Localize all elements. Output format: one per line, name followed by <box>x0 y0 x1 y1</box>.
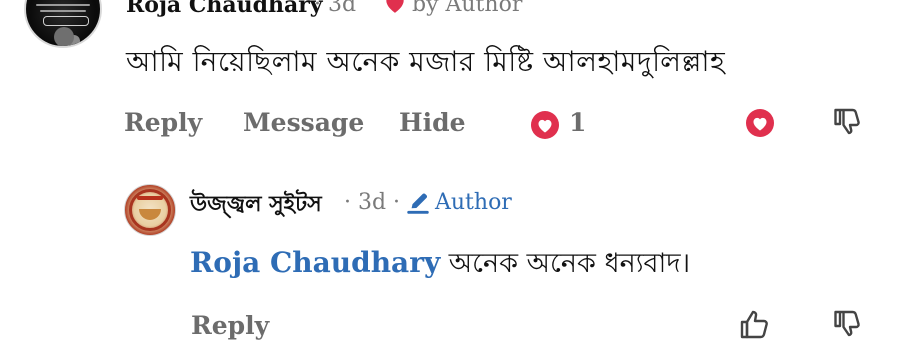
reply-time: · 3d · <box>344 190 401 215</box>
message-button[interactable]: Message <box>243 108 364 137</box>
reply-text: অনেক অনেক ধন্যবাদ। <box>440 248 691 279</box>
loved-by-author-label: by Author <box>412 0 523 17</box>
dislike-icon[interactable] <box>832 104 866 138</box>
comment-author[interactable]: Roja Chaudhary <box>126 0 323 18</box>
comment-text: আমি নিয়েছিলাম অনেক মজার মিষ্টি আলহামদুল… <box>126 45 726 78</box>
heart-icon <box>386 0 404 13</box>
reply-avatar[interactable] <box>124 184 176 236</box>
reply-button[interactable]: Reply <box>124 108 202 137</box>
author-badge: Author <box>435 190 512 215</box>
pencil-icon <box>407 193 429 214</box>
love-reaction-icon[interactable] <box>528 110 562 140</box>
like-icon[interactable] <box>738 306 774 342</box>
mention-link[interactable]: Roja Chaudhary <box>190 246 440 279</box>
avatar[interactable] <box>24 0 102 48</box>
reply-button-2[interactable]: Reply <box>191 311 269 340</box>
reply-author[interactable]: উজ্জ্বল সুইটস <box>190 187 322 224</box>
reply-text-line: Roja Chaudhary অনেক অনেক ধন্যবাদ। <box>190 243 690 288</box>
love-react-button-icon[interactable] <box>742 108 778 138</box>
comment-time: · 3d <box>314 0 357 17</box>
hide-button[interactable]: Hide <box>399 108 466 137</box>
dislike-icon-2[interactable] <box>832 306 866 340</box>
reaction-count[interactable]: 1 <box>569 108 586 137</box>
